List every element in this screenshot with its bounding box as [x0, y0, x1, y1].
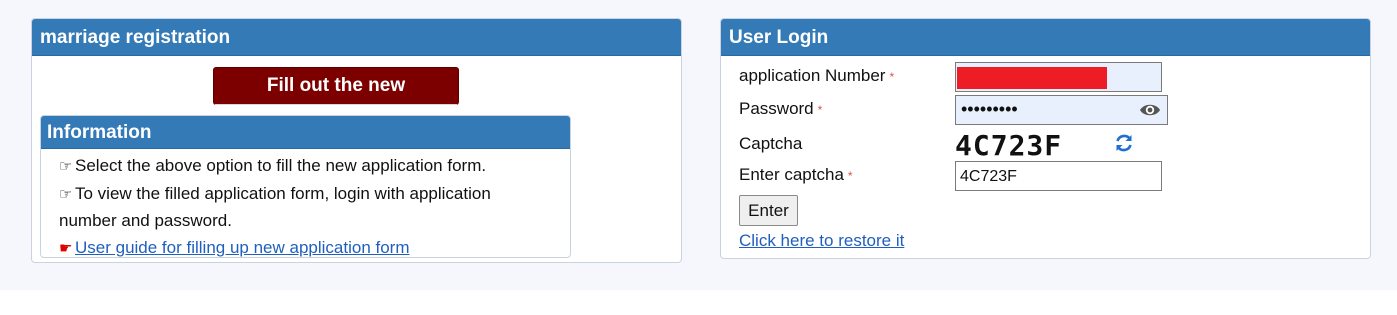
eye-icon[interactable]: [1139, 100, 1161, 125]
pointing-hand-icon: ☞: [59, 185, 73, 203]
app-number-input[interactable]: [955, 62, 1162, 92]
password-label: Password *: [739, 99, 823, 118]
divider: [215, 104, 457, 105]
captcha-image: 4C723F: [955, 129, 1063, 162]
enter-button[interactable]: Enter: [739, 195, 798, 226]
enter-captcha-label: Enter captcha *: [739, 165, 853, 184]
user-guide-link[interactable]: User guide for filling up new applicatio…: [75, 238, 410, 257]
login-panel: User Login application Number * Password *…: [720, 18, 1371, 259]
pointing-hand-icon: ☛: [59, 239, 73, 257]
information-title: Information: [41, 116, 570, 149]
refresh-icon[interactable]: [1114, 133, 1134, 158]
registration-panel: marriage registration Fill out the new I…: [31, 18, 682, 263]
info-line: ☞ To view the filled application form, lo…: [59, 183, 491, 231]
required-mark: *: [817, 102, 823, 117]
redacted-value: [957, 67, 1107, 89]
information-panel: Information ☞ Select the above option to …: [40, 115, 571, 258]
fill-new-button[interactable]: Fill out the new: [213, 67, 459, 105]
captcha-label: Captcha: [739, 134, 803, 153]
info-line: ☛ User guide for filling up new applicati…: [59, 235, 570, 258]
restore-link[interactable]: Click here to restore it: [739, 231, 904, 251]
password-value: •••••••••: [961, 99, 1018, 119]
app-number-label: application Number *: [739, 66, 895, 85]
pointing-hand-icon: ☞: [59, 158, 73, 175]
required-mark: *: [889, 69, 895, 84]
captcha-input[interactable]: 4C723F: [955, 161, 1162, 191]
registration-title: marriage registration: [32, 19, 681, 56]
login-title: User Login: [721, 19, 1370, 56]
info-line: ☞ Select the above option to fill the new…: [59, 153, 570, 181]
required-mark: *: [847, 168, 853, 183]
information-body: ☞ Select the above option to fill the new…: [41, 149, 570, 258]
password-input[interactable]: •••••••••: [955, 95, 1168, 125]
